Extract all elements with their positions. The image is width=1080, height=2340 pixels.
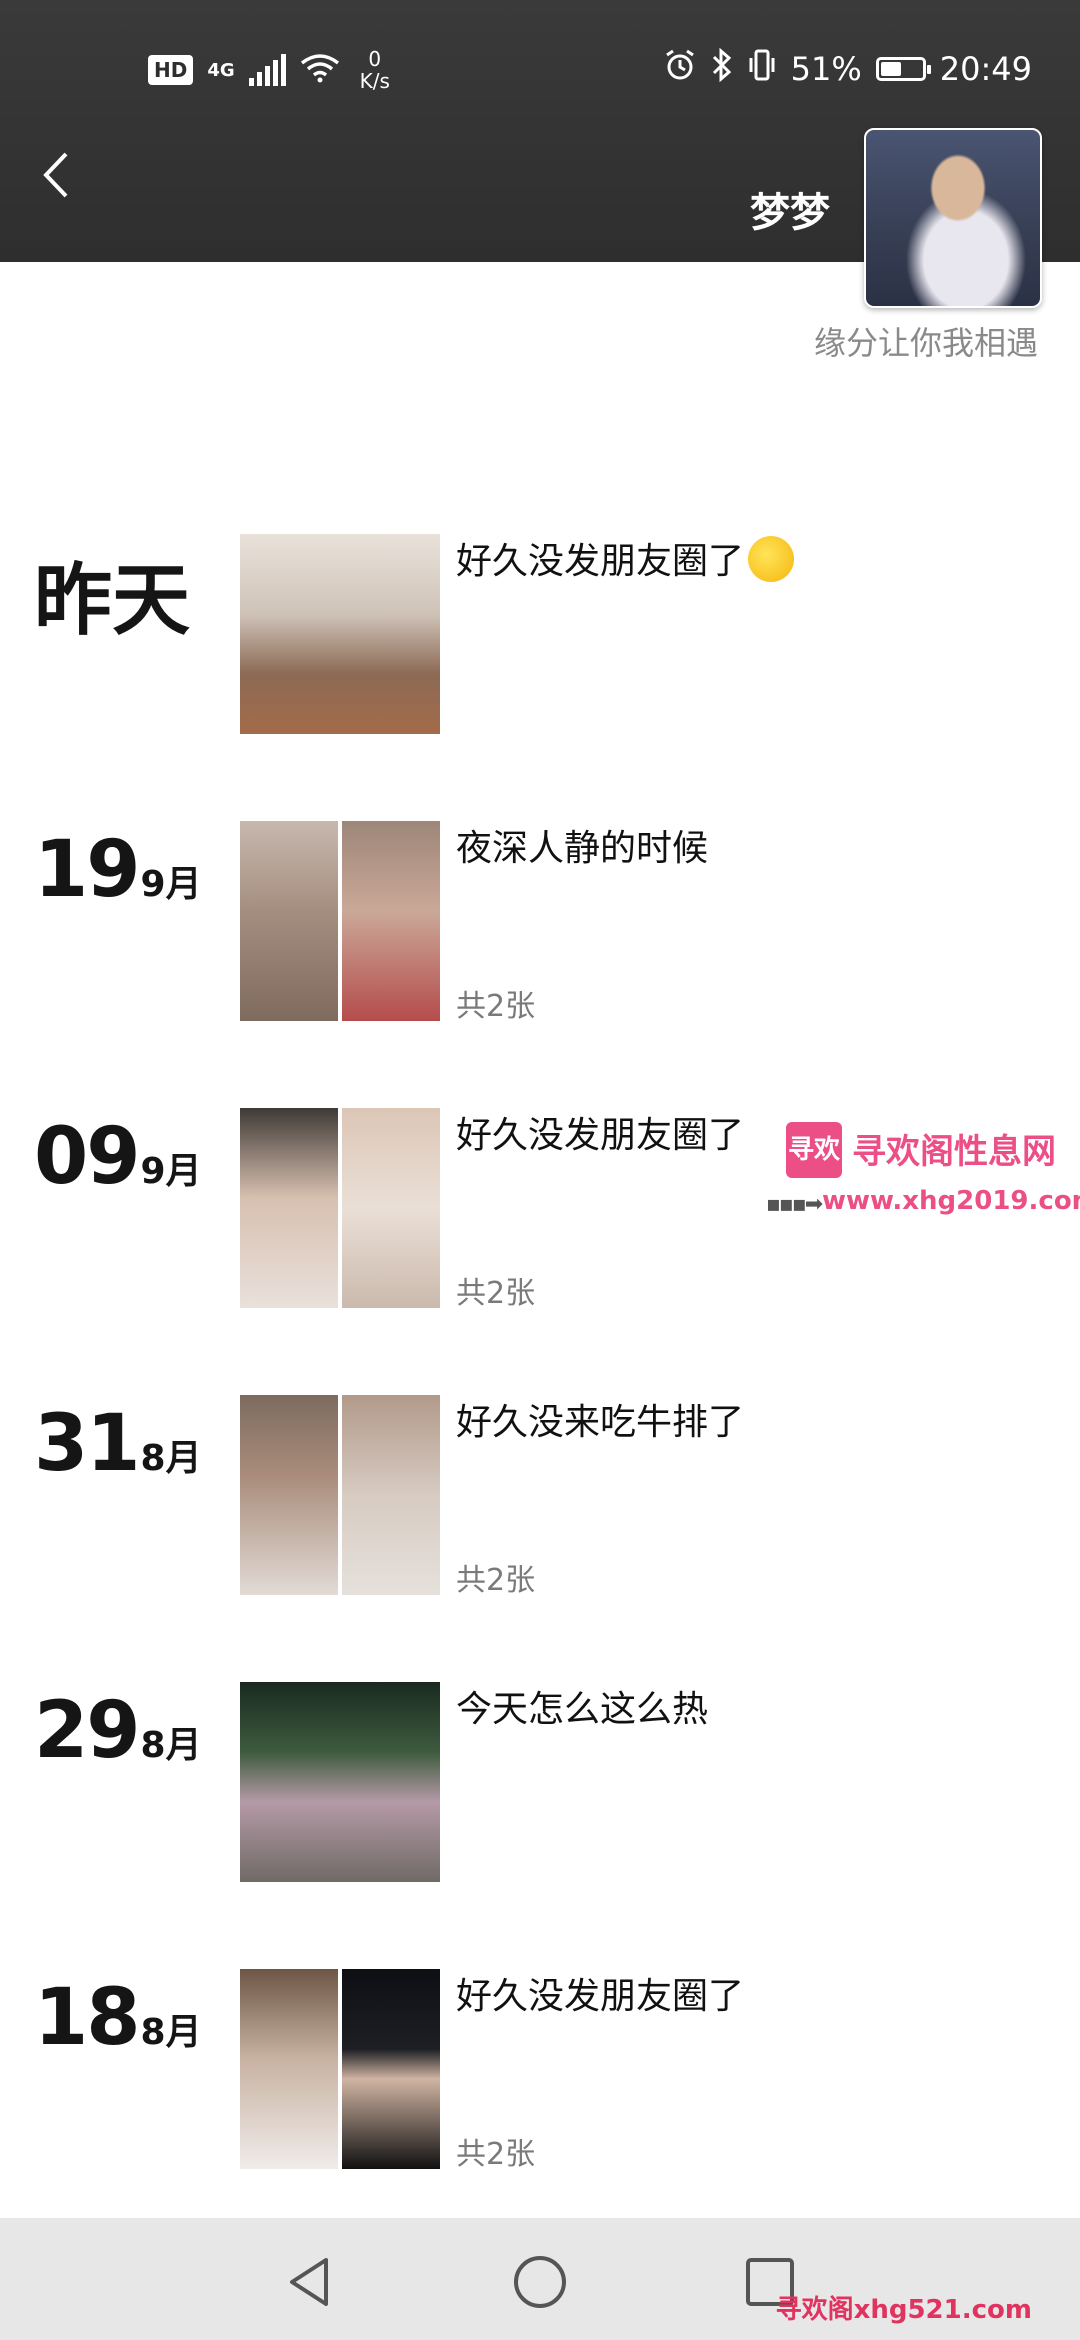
laugh-cry-emoji-icon	[748, 536, 795, 582]
photo-count: 共2张	[456, 2137, 536, 2172]
post-caption: 好久没来吃牛排了	[456, 1402, 745, 1443]
nav-home-button[interactable]	[512, 2254, 568, 2310]
post-month: 8月	[140, 1438, 202, 1479]
post-day: 31	[34, 1399, 141, 1489]
clock: 20:49	[939, 50, 1032, 88]
post-caption: 今天怎么这么热	[456, 1689, 709, 1730]
post-photo[interactable]	[342, 1108, 440, 1308]
post-date: 199月	[34, 825, 202, 915]
moment-post[interactable]: 199月 夜深人静的时候 共2张	[0, 821, 1080, 1031]
post-month: 9月	[140, 864, 202, 905]
watermark: 寻欢 寻欢阁性息网 ▪▪▪➡ www.xhg2019.com	[766, 1120, 1080, 1230]
caption-text: 好久没发朋友圈了	[456, 541, 745, 582]
chevron-left-icon	[43, 152, 68, 198]
photo-count: 共2张	[456, 989, 536, 1024]
date-word: 昨天	[34, 556, 191, 646]
battery-icon	[875, 57, 931, 81]
post-photo[interactable]	[240, 1969, 338, 2169]
post-thumbnails[interactable]	[240, 534, 440, 734]
avatar[interactable]	[864, 128, 1042, 308]
moment-post[interactable]: 318月 好久没来吃牛排了 共2张	[0, 1395, 1080, 1605]
post-photo[interactable]	[240, 1108, 338, 1308]
post-photo[interactable]	[240, 534, 440, 734]
post-caption: 好久没发朋友圈了	[456, 532, 795, 586]
arrow-right-icon: ▪▪▪➡	[766, 1192, 823, 1217]
signal-icon	[248, 54, 286, 86]
watermark-url: www.xhg2019.com	[822, 1186, 1080, 1216]
speed-value: 0	[368, 47, 382, 71]
moment-post[interactable]: 188月 好久没发朋友圈了 共2张	[0, 1969, 1080, 2179]
status-bar: HD 4G 0 K/s 51% 20:49	[0, 0, 1080, 120]
post-caption: 好久没发朋友圈了	[456, 1976, 745, 2017]
photo-count: 共2张	[456, 1563, 536, 1598]
battery-percent: 51%	[790, 50, 862, 88]
post-date: 昨天	[34, 538, 190, 650]
post-date: 188月	[34, 1973, 202, 2063]
profile-signature: 缘分让你我相遇	[813, 324, 1038, 362]
speed-unit: K/s	[359, 69, 390, 93]
post-day: 19	[34, 825, 141, 915]
post-month: 8月	[140, 1725, 202, 1766]
status-left: HD 4G 0 K/s	[148, 40, 390, 100]
post-day: 18	[34, 1973, 141, 2063]
post-photo[interactable]	[240, 1682, 440, 1882]
post-caption: 夜深人静的时候	[456, 828, 709, 869]
post-photo[interactable]	[240, 1395, 338, 1595]
circle-home-icon	[514, 2256, 566, 2308]
vibrate-icon	[747, 48, 777, 90]
back-button[interactable]	[28, 140, 84, 210]
post-thumbnails[interactable]	[240, 821, 440, 1021]
nav-watermark: 寻欢阁xhg521.com	[775, 2295, 1032, 2325]
post-date: 318月	[34, 1399, 202, 1489]
profile-name: 梦梦	[750, 190, 830, 236]
post-thumbnails[interactable]	[240, 1108, 440, 1308]
bluetooth-icon	[711, 47, 733, 90]
post-thumbnails[interactable]	[240, 1682, 440, 1882]
hd-badge: HD	[148, 55, 194, 85]
post-day: 29	[34, 1686, 141, 1776]
post-thumbnails[interactable]	[240, 1969, 440, 2169]
moment-post[interactable]: 昨天 好久没发朋友圈了	[0, 534, 1080, 744]
post-date: 298月	[34, 1686, 202, 1776]
wifi-icon	[300, 53, 340, 87]
watermark-logo: 寻欢	[786, 1122, 842, 1178]
watermark-title: 寻欢阁性息网	[852, 1132, 1056, 1172]
battery-fill	[880, 62, 902, 76]
post-photo[interactable]	[240, 821, 338, 1021]
post-caption: 好久没发朋友圈了	[456, 1115, 745, 1156]
navigation-bar: 寻欢阁xhg521.com	[0, 2218, 1080, 2340]
post-month: 9月	[140, 1151, 202, 1192]
triangle-back-icon	[290, 2258, 328, 2306]
post-photo[interactable]	[342, 1395, 440, 1595]
nav-back-button[interactable]	[282, 2254, 338, 2310]
alarm-icon	[663, 48, 697, 90]
moment-post[interactable]: 298月 今天怎么这么热	[0, 1682, 1080, 1892]
post-photo[interactable]	[342, 821, 440, 1021]
network-speed: 0 K/s	[360, 48, 390, 92]
photo-count: 共2张	[456, 1276, 536, 1311]
network-type: 4G	[207, 59, 235, 81]
post-day: 09	[34, 1112, 141, 1202]
post-date: 099月	[34, 1112, 202, 1202]
post-photo[interactable]	[342, 1969, 440, 2169]
post-thumbnails[interactable]	[240, 1395, 440, 1595]
status-right: 51% 20:49	[663, 44, 1032, 94]
post-month: 8月	[140, 2012, 202, 2053]
